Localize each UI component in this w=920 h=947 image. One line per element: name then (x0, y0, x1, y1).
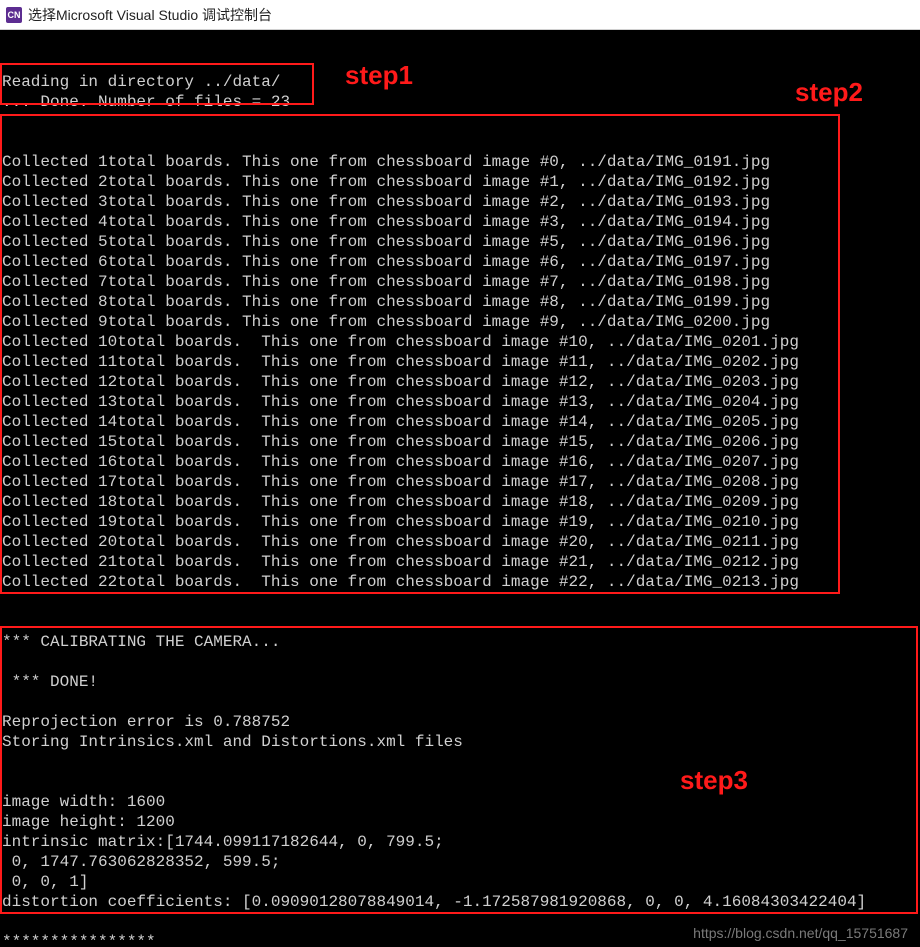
console-line (2, 652, 920, 672)
console-line: *** DONE! (2, 672, 920, 692)
console-line: Collected 12total boards. This one from … (2, 372, 920, 392)
console-line: Reprojection error is 0.788752 (2, 712, 920, 732)
console-line: Collected 19total boards. This one from … (2, 512, 920, 532)
console-line: Collected 9total boards. This one from c… (2, 312, 920, 332)
console-line: Collected 13total boards. This one from … (2, 392, 920, 412)
app-icon: CN (6, 7, 22, 23)
console-line: intrinsic matrix:[1744.099117182644, 0, … (2, 832, 920, 852)
console-line: Collected 11total boards. This one from … (2, 352, 920, 372)
console-line (2, 692, 920, 712)
console-line: Collected 5total boards. This one from c… (2, 232, 920, 252)
console-line: Collected 18total boards. This one from … (2, 492, 920, 512)
console-line: Reading in directory ../data/ (2, 72, 920, 92)
console-line: Collected 8total boards. This one from c… (2, 292, 920, 312)
console-line: ... Done. Number of files = 23 (2, 92, 920, 112)
console-line: Collected 21total boards. This one from … (2, 552, 920, 572)
console-line: distortion coefficients: [0.090901280788… (2, 892, 920, 912)
console-line: Collected 3total boards. This one from c… (2, 192, 920, 212)
window-title: 选择Microsoft Visual Studio 调试控制台 (28, 5, 272, 25)
console-line: image height: 1200 (2, 812, 920, 832)
console-line: Collected 15total boards. This one from … (2, 432, 920, 452)
console-line (2, 772, 920, 792)
console-line: Collected 2total boards. This one from c… (2, 172, 920, 192)
console-line: Storing Intrinsics.xml and Distortions.x… (2, 732, 920, 752)
console-output[interactable]: Reading in directory ../data/... Done. N… (0, 30, 920, 947)
console-line: Collected 16total boards. This one from … (2, 452, 920, 472)
console-line: Collected 1total boards. This one from c… (2, 152, 920, 172)
console-line (2, 752, 920, 772)
console-line (2, 132, 920, 152)
console-line: Collected 6total boards. This one from c… (2, 252, 920, 272)
console-line: Collected 14total boards. This one from … (2, 412, 920, 432)
window-titlebar[interactable]: CN 选择Microsoft Visual Studio 调试控制台 (0, 0, 920, 30)
console-line (2, 592, 920, 612)
console-line: Collected 4total boards. This one from c… (2, 212, 920, 232)
console-line: image width: 1600 (2, 792, 920, 812)
console-text: Reading in directory ../data/... Done. N… (2, 72, 920, 947)
console-line: 0, 1747.763062828352, 599.5; (2, 852, 920, 872)
console-line: *** CALIBRATING THE CAMERA... (2, 632, 920, 652)
console-line: 0, 0, 1] (2, 872, 920, 892)
console-line: Collected 10total boards. This one from … (2, 332, 920, 352)
console-line: Collected 17total boards. This one from … (2, 472, 920, 492)
watermark: https://blog.csdn.net/qq_15751687 (693, 923, 908, 943)
console-line: Collected 22total boards. This one from … (2, 572, 920, 592)
console-line: Collected 20total boards. This one from … (2, 532, 920, 552)
console-line (2, 112, 920, 132)
console-line (2, 612, 920, 632)
console-line: Collected 7total boards. This one from c… (2, 272, 920, 292)
